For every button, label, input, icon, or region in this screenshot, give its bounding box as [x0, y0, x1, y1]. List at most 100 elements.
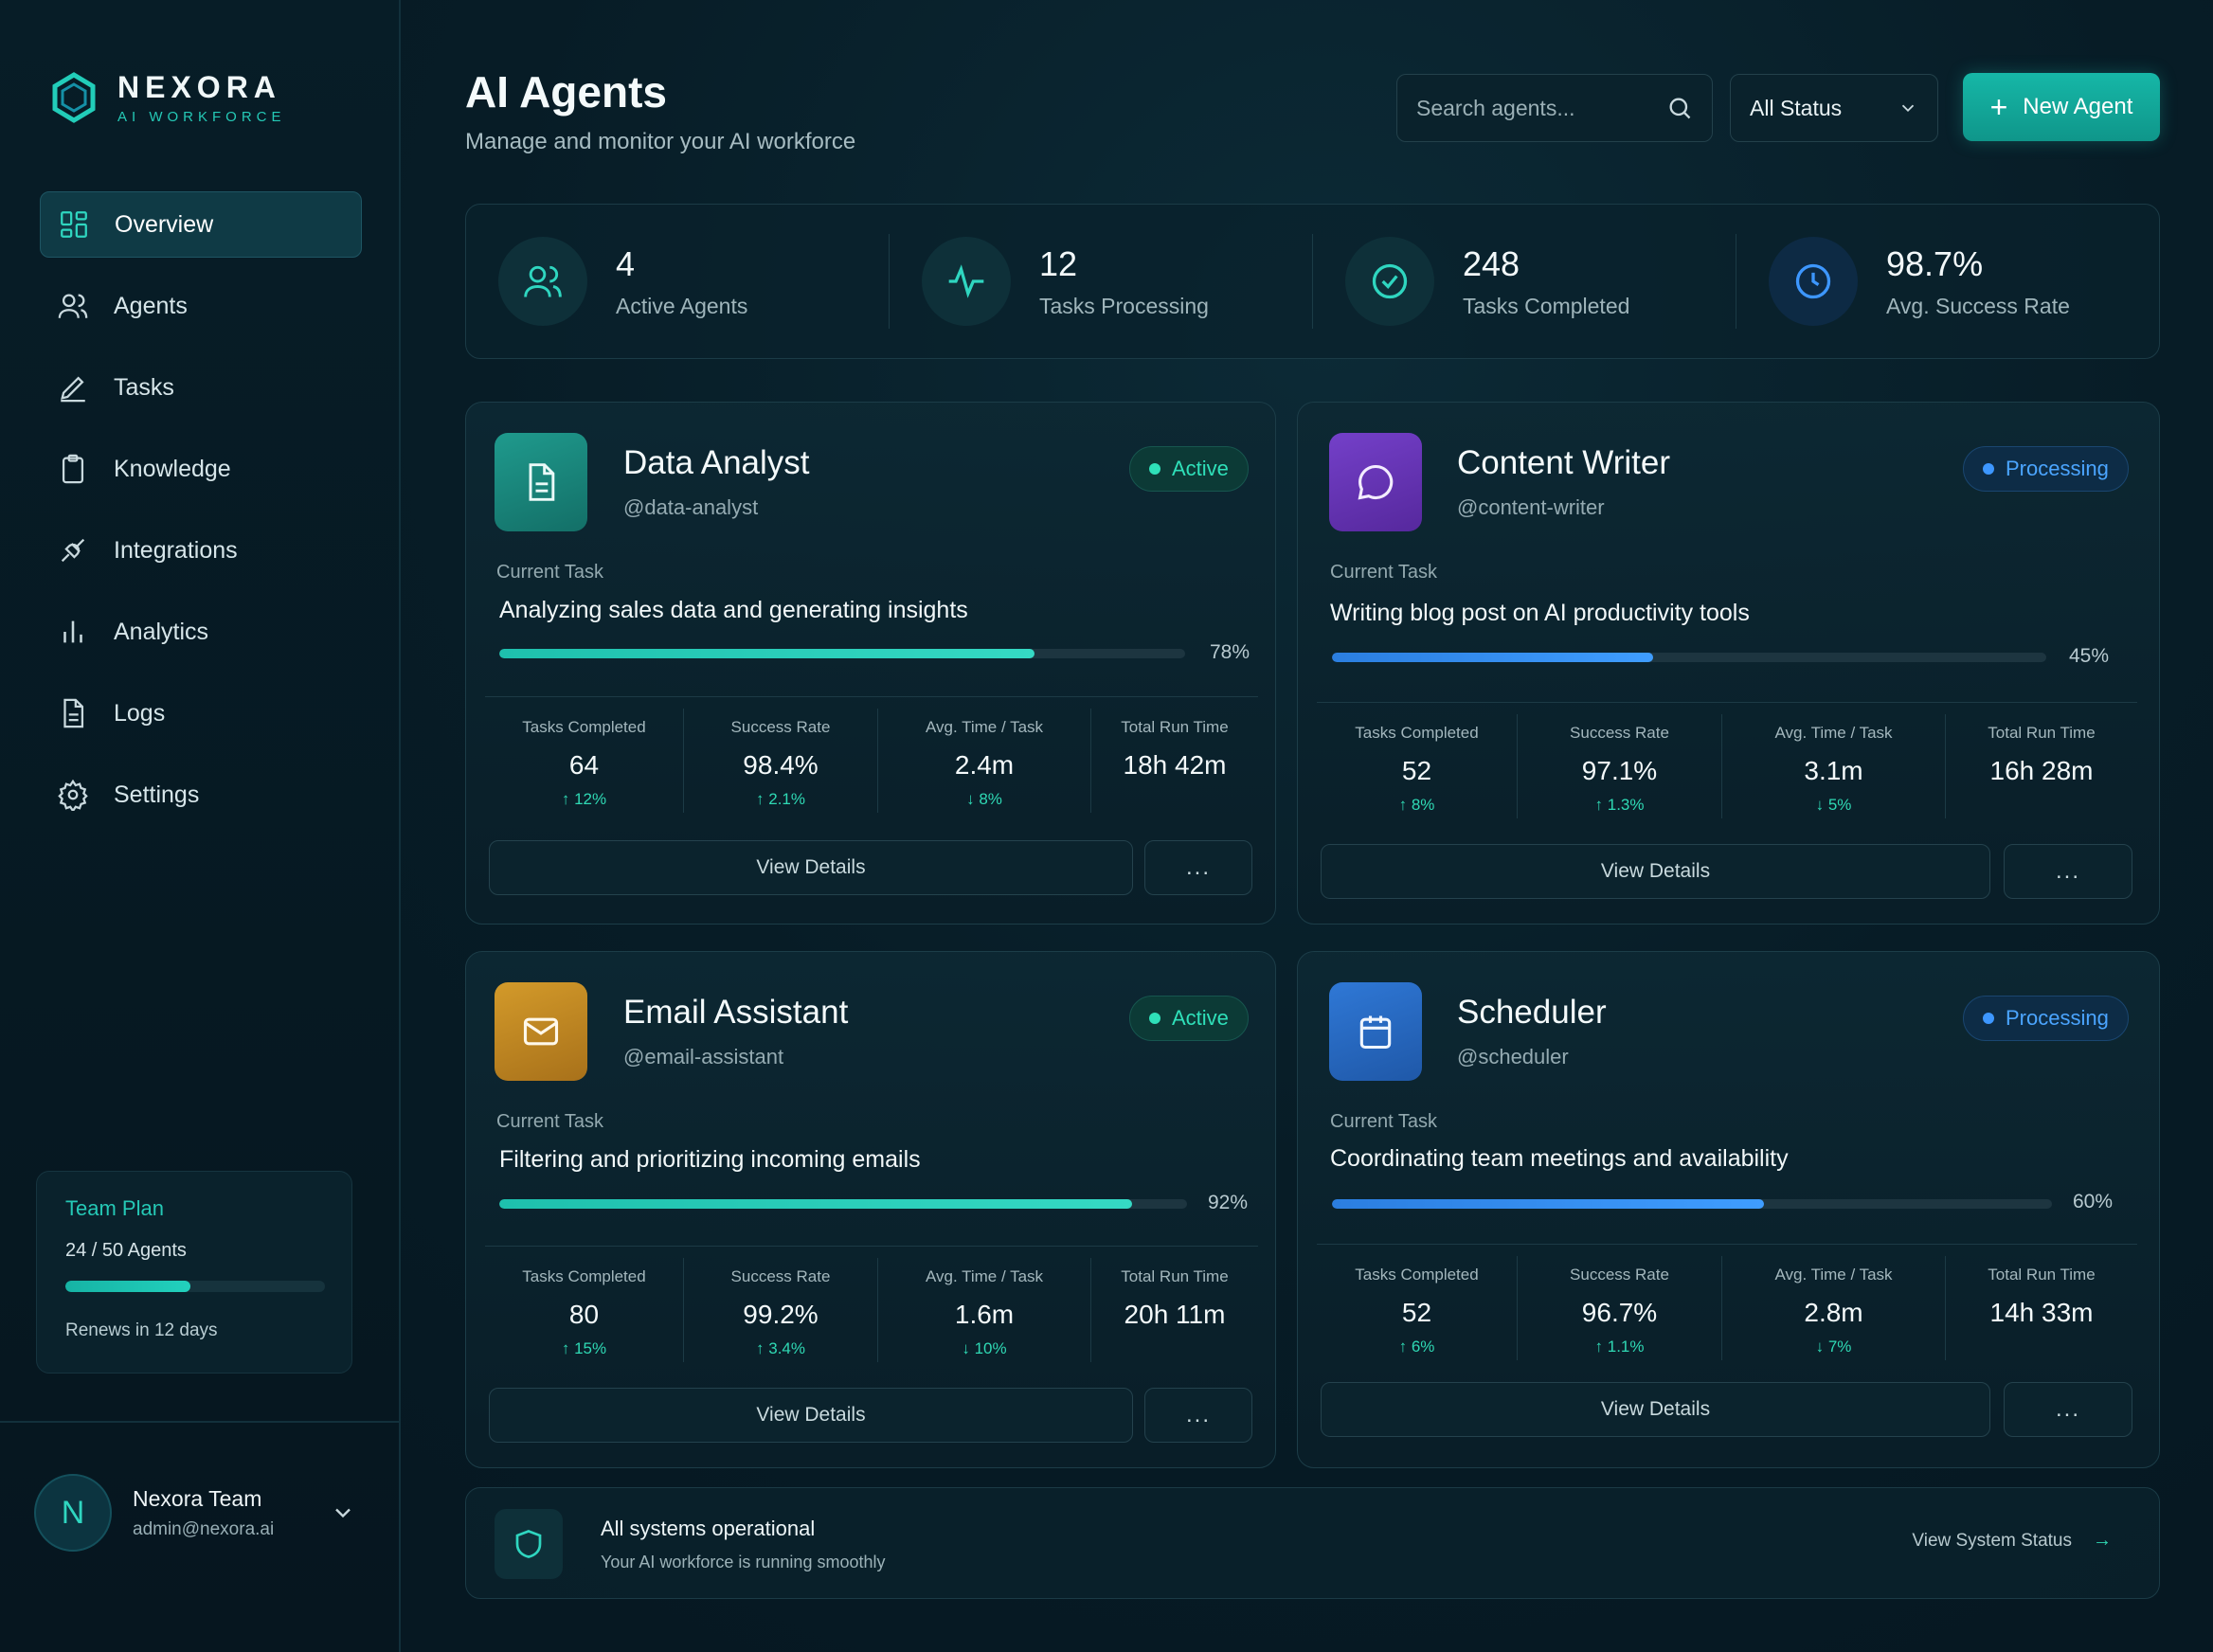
plan-usage-fill: [65, 1281, 190, 1292]
metric-total-run-time: Total Run Time 14h 33m: [1988, 1266, 2096, 1327]
stat-value: 4: [616, 243, 636, 283]
sidebar-item-analytics[interactable]: Analytics: [40, 599, 362, 665]
arrow-up-icon: ↑: [1594, 1338, 1608, 1356]
agent-avatar: [1329, 982, 1422, 1081]
status-filter-select[interactable]: All Status: [1730, 74, 1938, 142]
user-email: admin@nexora.ai: [133, 1518, 275, 1539]
agent-card-data-analyst[interactable]: Data Analyst @data-analyst Active Curren…: [465, 402, 1276, 925]
clock-icon: [1795, 263, 1831, 299]
arrow-up-icon: ↑: [1594, 796, 1608, 814]
view-details-button[interactable]: View Details: [1321, 844, 1990, 899]
app-window: NEXORA AI WORKFORCE Overview Agents Task…: [0, 0, 2213, 1652]
stat-label: Tasks Processing: [1039, 293, 1209, 318]
stat-value: 248: [1463, 243, 1520, 283]
task-progress-percent: 92%: [1208, 1192, 1249, 1213]
brand-name: NEXORA: [117, 70, 281, 104]
chevron-down-icon[interactable]: [330, 1499, 356, 1526]
more-options-button[interactable]: ...: [1144, 840, 1252, 895]
task-progress-bar: [1332, 653, 2046, 662]
agent-avatar: [1329, 433, 1422, 531]
sidebar-item-knowledge[interactable]: Knowledge: [40, 436, 362, 502]
plus-icon: +: [1989, 90, 2008, 124]
chevron-down-icon: [1901, 104, 1915, 113]
status-badge: Active: [1129, 996, 1249, 1041]
current-task-text: Writing blog post on AI productivity too…: [1330, 600, 1750, 626]
pencil-icon: [61, 376, 85, 403]
task-progress-percent: 60%: [2073, 1191, 2114, 1212]
agent-card-scheduler[interactable]: Scheduler @scheduler Processing Current …: [1297, 951, 2160, 1468]
clipboard-icon: [62, 454, 84, 484]
sidebar-item-overview[interactable]: Overview: [40, 191, 362, 258]
sidebar-item-label: Overview: [115, 210, 214, 238]
search-input[interactable]: [1416, 95, 1653, 121]
stat-label: Avg. Success Rate: [1886, 293, 2070, 318]
more-options-button[interactable]: ...: [2004, 844, 2132, 899]
new-agent-button[interactable]: + New Agent: [1963, 73, 2160, 141]
sidebar-item-integrations[interactable]: Integrations: [40, 517, 362, 584]
more-options-button[interactable]: ...: [1144, 1388, 1252, 1443]
stat-value: 12: [1039, 243, 1078, 283]
agent-metrics: Tasks Completed 52 ↑ 8% Success Rate 97.1% ↑…: [1317, 702, 2137, 818]
brand-logo[interactable]: NEXORA AI WORKFORCE: [47, 70, 286, 125]
metric-avg-time: Avg. Time / Task 1.6m ↓ 10%: [878, 1258, 1091, 1362]
sidebar-item-agents[interactable]: Agents: [40, 273, 362, 339]
agent-name: Scheduler: [1457, 994, 1607, 1031]
stat-tasks-completed: 248 Tasks Completed: [1313, 234, 1736, 329]
more-options-button[interactable]: ...: [2004, 1382, 2132, 1437]
arrow-down-icon: ↓: [1815, 796, 1828, 814]
task-progress-fill: [1332, 1199, 1764, 1209]
logo-mark-icon: [52, 72, 96, 123]
current-task-text: Analyzing sales data and generating insi…: [499, 597, 968, 623]
user-profile[interactable]: N Nexora Team admin@nexora.ai: [34, 1474, 356, 1552]
sidebar-item-settings[interactable]: Settings: [40, 762, 362, 828]
status-badge: Active: [1129, 446, 1249, 492]
agent-name: Data Analyst: [623, 444, 810, 481]
search-box[interactable]: [1396, 74, 1713, 142]
arrow-down-icon: ↓: [962, 1339, 975, 1357]
system-status-bar: All systems operational Your AI workforc…: [465, 1487, 2160, 1599]
sidebar-item-label: Knowledge: [114, 455, 231, 482]
shield-icon: [515, 1530, 542, 1558]
status-badge: Processing: [1963, 996, 2129, 1041]
task-progress-percent: 45%: [2069, 645, 2110, 667]
sidebar-item-label: Integrations: [114, 536, 238, 564]
search-icon[interactable]: [1666, 95, 1693, 121]
current-task-label: Current Task: [496, 1111, 604, 1132]
current-task-label: Current Task: [1330, 1111, 1438, 1132]
metric-success-rate: Success Rate 98.4% ↑ 2.1%: [684, 709, 878, 813]
current-task-text: Filtering and prioritizing incoming emai…: [499, 1146, 921, 1173]
page-subtitle: Manage and monitor your AI workforce: [465, 129, 856, 154]
status-badge: Processing: [1963, 446, 2129, 492]
plan-title: Team Plan: [65, 1196, 164, 1220]
sidebar-item-label: Settings: [114, 781, 200, 808]
status-shield: [495, 1509, 563, 1579]
agent-metrics: Tasks Completed 64 ↑ 12% Success Rate 98.4%…: [485, 696, 1258, 813]
agent-avatar: [495, 982, 587, 1081]
view-system-status-link[interactable]: View System Status →: [1912, 1530, 2112, 1552]
status-filter-value: All Status: [1750, 95, 1843, 120]
metric-tasks-completed: Tasks Completed 52 ↑ 8%: [1317, 714, 1518, 818]
sidebar-item-tasks[interactable]: Tasks: [40, 354, 362, 421]
agent-handle: @data-analyst: [623, 495, 759, 519]
sidebar-item-label: Analytics: [114, 618, 209, 645]
task-progress-fill: [499, 649, 1035, 658]
metric-success-rate: Success Rate 97.1% ↑ 1.3%: [1518, 714, 1722, 818]
agent-card-content-writer[interactable]: Content Writer @content-writer Processin…: [1297, 402, 2160, 925]
view-details-button[interactable]: View Details: [489, 840, 1133, 895]
metric-avg-time: Avg. Time / Task 3.1m ↓ 5%: [1722, 714, 1946, 818]
plug-icon: [61, 538, 85, 563]
view-details-button[interactable]: View Details: [489, 1388, 1133, 1443]
view-details-button[interactable]: View Details: [1321, 1382, 1990, 1437]
task-progress-fill: [1332, 653, 1654, 662]
agent-handle: @email-assistant: [623, 1045, 784, 1068]
agent-card-email-assistant[interactable]: Email Assistant @email-assistant Active …: [465, 951, 1276, 1468]
users-icon: [524, 265, 562, 297]
page-title: AI Agents: [465, 67, 667, 117]
agent-handle: @content-writer: [1457, 495, 1605, 519]
sidebar-item-logs[interactable]: Logs: [40, 680, 362, 746]
avatar: N: [34, 1474, 112, 1552]
arrow-up-icon: ↑: [1398, 1338, 1412, 1356]
sidebar-nav: Overview Agents Tasks Knowledge Integrat…: [40, 191, 362, 843]
team-plan-card[interactable]: Team Plan 24 / 50 Agents Renews in 12 da…: [36, 1171, 352, 1374]
arrow-up-icon: ↑: [756, 1339, 769, 1357]
